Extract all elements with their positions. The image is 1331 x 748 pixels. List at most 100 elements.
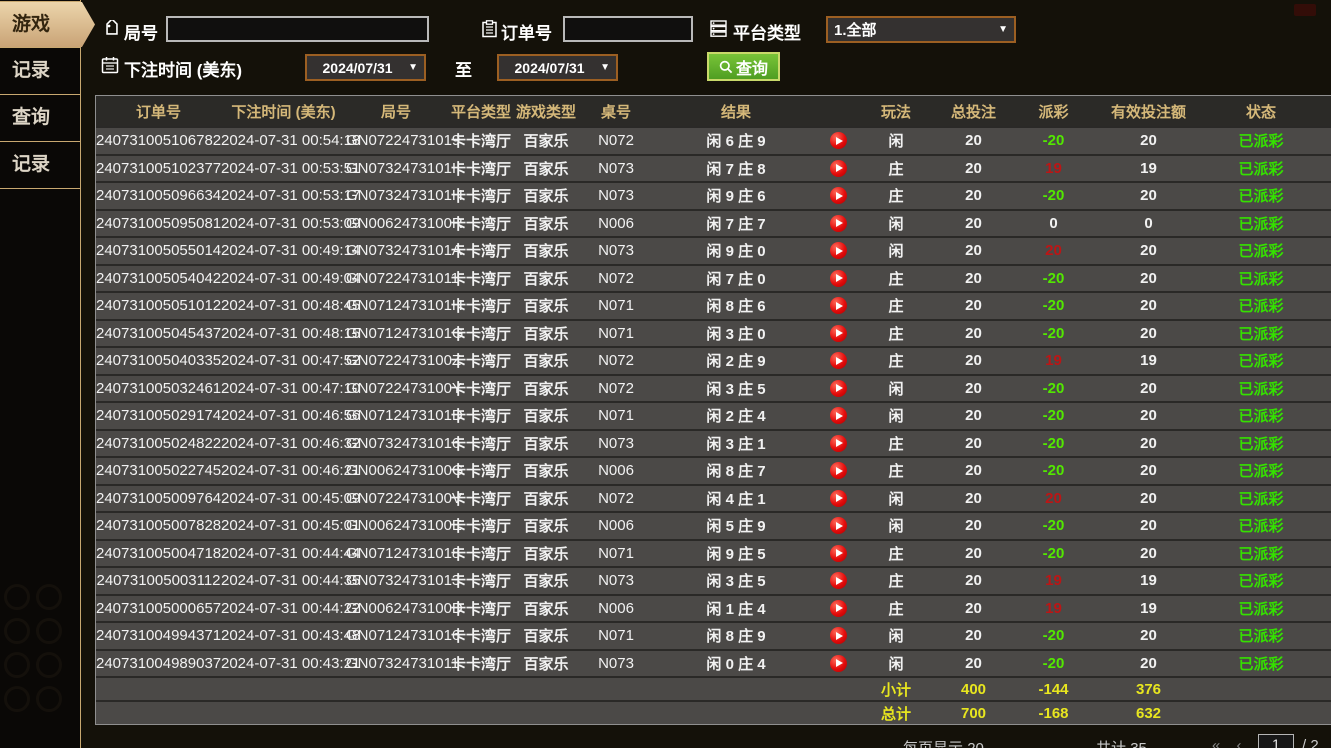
subtotal-payout: -144 <box>1038 680 1069 698</box>
cell-payout: 0 <box>1049 214 1058 232</box>
play-icon[interactable] <box>830 187 847 205</box>
watermark-circle <box>4 618 30 644</box>
date-to-select[interactable]: 2024/07/31 ▼ <box>497 54 618 81</box>
play-icon[interactable] <box>830 434 847 452</box>
cell-bet-time: 2024-07-31 00:45:01 <box>221 517 361 535</box>
chevron-down-icon: ▼ <box>998 24 1008 35</box>
cell-status: 已派彩 <box>1238 600 1284 618</box>
cell-result: 闲 3 庄 0 <box>706 325 766 343</box>
sidebar-item-records[interactable]: 记录 <box>0 48 81 94</box>
column-header: 状态 <box>1245 103 1276 121</box>
sidebar-item-games[interactable]: 游戏 <box>0 2 95 47</box>
cell-status: 已派彩 <box>1238 215 1284 233</box>
play-cell <box>816 269 861 287</box>
cell-result: 闲 9 庄 0 <box>706 243 766 261</box>
play-icon[interactable] <box>830 242 847 260</box>
cell-bet-time: 2024-07-31 00:47:10 <box>221 379 361 397</box>
cell-bet-on: 庄 <box>888 298 904 316</box>
cell-valid-bet: 0 <box>1144 214 1153 232</box>
play-icon[interactable] <box>830 297 847 315</box>
cell-bet-on: 庄 <box>888 353 904 371</box>
sidebar: 游戏 记录 查询 记录 <box>0 0 81 748</box>
cell-game-type: 百家乐 <box>523 215 569 233</box>
game-no-input[interactable] <box>166 16 429 42</box>
play-icon[interactable] <box>830 654 847 672</box>
cell-valid-bet: 20 <box>1140 627 1157 645</box>
table-row: 240731005029174 2024-07-31 00:46:56 GN0712… <box>96 401 1331 429</box>
cell-bet-on: 闲 <box>888 518 904 536</box>
cell-status: 已派彩 <box>1238 463 1284 481</box>
cell-order-no: 240731005055014 <box>96 242 222 260</box>
cell-status: 已派彩 <box>1238 518 1284 536</box>
play-icon[interactable] <box>830 159 847 177</box>
play-icon[interactable] <box>830 627 847 645</box>
play-icon[interactable] <box>830 407 847 425</box>
cell-game-type: 百家乐 <box>523 545 569 563</box>
play-icon[interactable] <box>830 517 847 535</box>
play-icon[interactable] <box>830 324 847 342</box>
cell-bet-on: 闲 <box>888 408 904 426</box>
cell-result: 闲 8 庄 6 <box>706 298 766 316</box>
play-cell <box>816 544 861 562</box>
play-icon[interactable] <box>830 132 847 150</box>
cell-platform: 卡卡湾厅 <box>450 133 511 151</box>
cell-valid-bet: 20 <box>1140 489 1157 507</box>
cell-clipped: 已派彩 <box>1316 570 1331 591</box>
play-cell <box>816 517 861 535</box>
cell-table-no: N073 <box>598 434 634 452</box>
corner-watermark <box>1294 4 1316 16</box>
cell-clipped: 已派彩 <box>1316 625 1331 646</box>
play-icon[interactable] <box>830 379 847 397</box>
watermark-circle <box>4 652 30 678</box>
search-button[interactable]: 查询 <box>707 52 780 81</box>
cell-bet-time: 2024-07-31 00:46:32 <box>221 434 361 452</box>
play-icon[interactable] <box>830 462 847 480</box>
column-header: 下注时间 (美东) <box>231 103 336 121</box>
per-page-label: 每页显示 <box>903 740 963 748</box>
play-icon[interactable] <box>830 352 847 370</box>
page-number-input[interactable]: 1 <box>1258 734 1294 748</box>
total-count-value: 35 <box>1130 740 1147 748</box>
cell-bet-on: 庄 <box>888 573 904 591</box>
cell-payout: -20 <box>1042 324 1065 342</box>
date-from-select[interactable]: 2024/07/31 ▼ <box>305 54 426 81</box>
play-cell <box>816 379 861 397</box>
cell-table-no: N072 <box>598 489 634 507</box>
total-total-bet: 700 <box>960 704 987 722</box>
cell-order-no: 240731005102377 <box>96 159 222 177</box>
cell-payout: 19 <box>1045 599 1062 617</box>
cell-clipped: 已派彩 <box>1316 460 1331 481</box>
divider <box>0 1 81 2</box>
play-icon[interactable] <box>830 572 847 590</box>
cell-valid-bet: 20 <box>1140 324 1157 342</box>
cell-status: 已派彩 <box>1238 160 1284 178</box>
cell-bet-time: 2024-07-31 00:46:56 <box>221 407 361 425</box>
cell-game-type: 百家乐 <box>523 655 569 673</box>
cell-round-no: GN0722473100V <box>346 489 462 507</box>
cell-order-no: 240731005024822 <box>96 434 222 452</box>
column-header: 有效投注额 <box>1110 103 1186 121</box>
orders-table: 订单号 下注时间 (美东) 局号 平台类型 游戏类型 桌号 结果 玩法 总投注 派彩 有效投注额 状态… <box>95 95 1331 725</box>
order-no-input[interactable] <box>563 16 693 42</box>
cell-valid-bet: 20 <box>1140 242 1157 260</box>
cell-payout: -20 <box>1042 297 1065 315</box>
pager-prev-arrows[interactable]: « ‹ <box>1212 737 1248 748</box>
play-icon[interactable] <box>830 269 847 287</box>
cell-payout: -20 <box>1042 132 1065 150</box>
play-cell <box>816 572 861 590</box>
sidebar-item-query[interactable]: 查询 <box>0 95 81 141</box>
platform-select[interactable]: 1.全部 ▼ <box>826 16 1016 43</box>
cell-bet-on: 庄 <box>888 160 904 178</box>
play-icon[interactable] <box>830 544 847 562</box>
cell-status: 已派彩 <box>1238 270 1284 288</box>
cell-table-no: N071 <box>598 627 634 645</box>
play-icon[interactable] <box>830 214 847 232</box>
cell-table-no: N071 <box>598 544 634 562</box>
column-header: 订单号 <box>135 103 181 121</box>
cell-valid-bet: 20 <box>1140 132 1157 150</box>
play-icon[interactable] <box>830 599 847 617</box>
sidebar-item-records-2[interactable]: 记录 <box>0 142 81 188</box>
play-icon[interactable] <box>830 489 847 507</box>
cell-bet-time: 2024-07-31 00:49:04 <box>221 269 361 287</box>
cell-bet-time: 2024-07-31 00:47:52 <box>221 352 361 370</box>
